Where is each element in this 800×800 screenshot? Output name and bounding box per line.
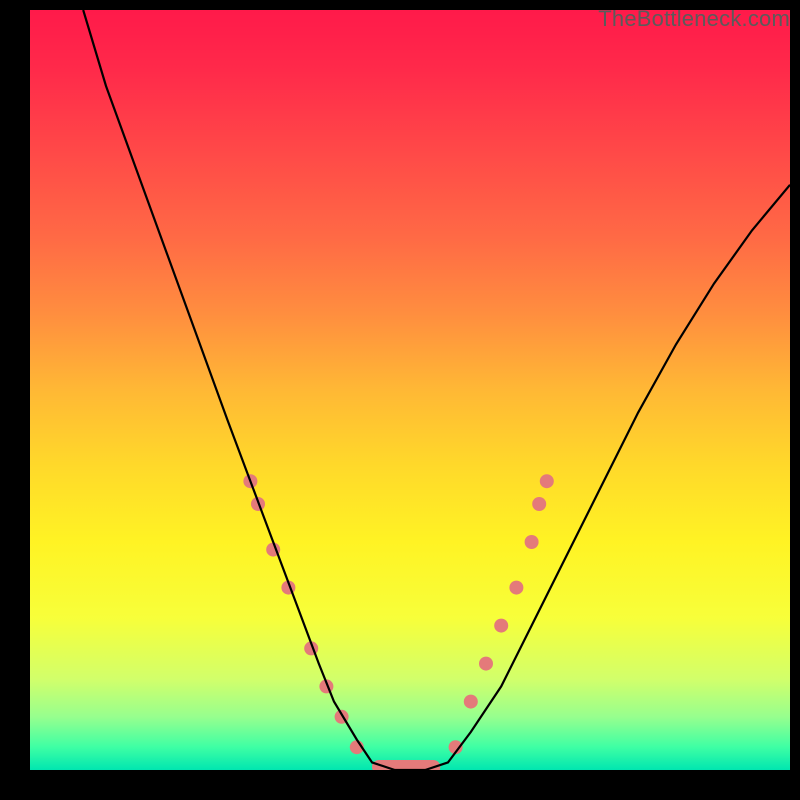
- data-point: [540, 474, 554, 488]
- data-point: [464, 695, 478, 709]
- marker-layer: [243, 474, 553, 770]
- plot-area: [30, 10, 790, 770]
- watermark-text: TheBottleneck.com: [598, 6, 790, 32]
- data-point: [494, 619, 508, 633]
- data-point: [525, 535, 539, 549]
- data-point: [509, 581, 523, 595]
- chart-svg: [30, 10, 790, 770]
- data-point: [479, 657, 493, 671]
- bottleneck-curve: [83, 10, 790, 770]
- data-point: [532, 497, 546, 511]
- outer-frame: TheBottleneck.com: [0, 0, 800, 800]
